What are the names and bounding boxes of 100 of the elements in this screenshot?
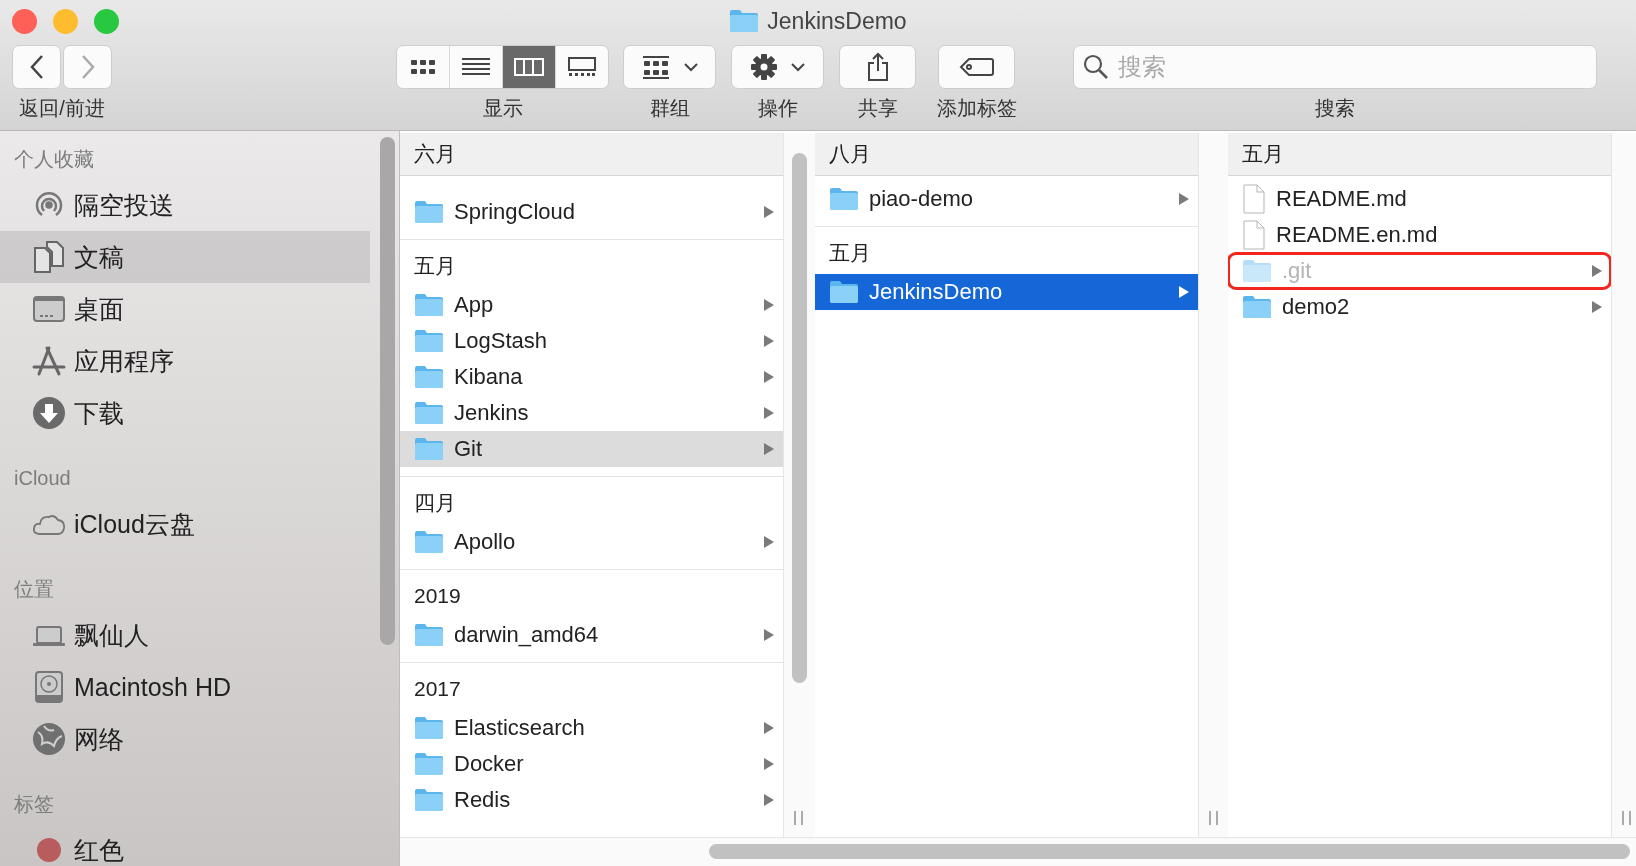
document-icon — [1242, 220, 1266, 250]
tag-icon — [958, 57, 995, 77]
folder-icon — [729, 9, 760, 33]
folder-icon — [414, 365, 444, 389]
disclosure-arrow-icon[interactable] — [763, 334, 775, 348]
file-row[interactable]: demo2 — [1228, 289, 1611, 325]
folder-icon — [1242, 259, 1272, 283]
folder-icon — [414, 788, 444, 812]
toolbar-label: 共享 — [857, 96, 898, 121]
column-resize-handle[interactable] — [1209, 811, 1218, 825]
sidebar-section-title: 个人收藏 — [14, 148, 94, 170]
tag-button[interactable] — [938, 45, 1015, 89]
documents-icon — [32, 240, 66, 274]
group-button[interactable] — [623, 45, 716, 89]
sidebar-item[interactable]: iCloud云盘 — [0, 498, 370, 550]
folder-icon — [414, 437, 444, 461]
gear-icon — [749, 53, 778, 81]
sidebar-section-title: iCloud — [14, 467, 71, 489]
chevron-down-icon — [789, 62, 806, 72]
search-icon — [1083, 54, 1109, 80]
file-row[interactable]: App — [400, 287, 783, 323]
column-resize-handle[interactable] — [794, 811, 803, 825]
folder-icon — [829, 280, 859, 304]
folder-icon — [1242, 295, 1272, 319]
toolbar-label: 返回/前进 — [19, 96, 105, 121]
sidebar-item[interactable]: 桌面 — [0, 283, 370, 335]
disclosure-arrow-icon[interactable] — [763, 535, 775, 549]
back-button[interactable] — [12, 45, 61, 89]
folder-icon — [414, 329, 444, 353]
folder-icon — [414, 293, 444, 317]
toolbar-label: 操作 — [757, 96, 798, 121]
folder-icon — [414, 716, 444, 740]
scrollbar-thumb[interactable] — [792, 153, 807, 683]
file-row[interactable]: README.en.md — [1228, 217, 1611, 253]
disclosure-arrow-icon[interactable] — [763, 721, 775, 735]
view-mode-control[interactable] — [396, 45, 609, 89]
sidebar-item[interactable]: 飘仙人 — [0, 609, 370, 661]
sidebar-item[interactable]: 文稿 — [0, 231, 370, 283]
file-row[interactable]: SpringCloud — [400, 194, 783, 230]
file-row[interactable]: Kibana — [400, 359, 783, 395]
file-row[interactable]: Jenkins — [400, 395, 783, 431]
file-row[interactable]: Elasticsearch — [400, 710, 783, 746]
group-title: 五月 — [414, 254, 456, 277]
disclosure-arrow-icon[interactable] — [1591, 300, 1603, 314]
disclosure-arrow-icon[interactable] — [763, 370, 775, 384]
sidebar-item[interactable]: 应用程序 — [0, 335, 370, 387]
file-row[interactable]: LogStash — [400, 323, 783, 359]
share-icon — [865, 52, 890, 82]
toolbar-label: 显示 — [482, 96, 523, 121]
group-title: 2019 — [414, 584, 461, 607]
disclosure-arrow-icon[interactable] — [763, 205, 775, 219]
sidebar-item[interactable]: 隔空投送 — [0, 179, 370, 231]
close-button[interactable] — [12, 8, 37, 34]
disclosure-arrow-icon[interactable] — [763, 793, 775, 807]
disclosure-arrow-icon[interactable] — [1178, 192, 1190, 206]
disclosure-arrow-icon[interactable] — [763, 298, 775, 312]
disclosure-arrow-icon[interactable] — [763, 406, 775, 420]
sidebar-item[interactable]: 红色 — [0, 824, 370, 866]
action-button[interactable] — [731, 45, 824, 89]
disclosure-arrow-icon[interactable] — [1591, 264, 1603, 278]
sidebar-item[interactable]: Macintosh HD — [0, 661, 370, 713]
group-title: 四月 — [414, 491, 456, 514]
group-title: 五月 — [829, 241, 871, 264]
sidebar-item[interactable]: 网络 — [0, 713, 370, 765]
column-header: 五月 — [1242, 142, 1284, 165]
view-mode-button[interactable] — [503, 46, 556, 88]
hard-drive-icon — [32, 670, 66, 704]
applications-icon — [32, 344, 66, 378]
download-icon — [32, 396, 66, 430]
column-header: 八月 — [829, 142, 871, 165]
toolbar-label: 添加标签 — [936, 96, 1017, 121]
window-title: JenkinsDemo — [767, 7, 907, 35]
columns-view-icon — [513, 55, 545, 79]
file-row[interactable]: Redis — [400, 782, 783, 818]
group-grid-icon — [640, 55, 671, 79]
file-row[interactable]: Apollo — [400, 524, 783, 560]
toolbar-label: 搜索 — [1315, 96, 1355, 121]
disclosure-arrow-icon[interactable] — [763, 757, 775, 771]
scrollbar-thumb[interactable] — [380, 137, 395, 645]
disclosure-arrow-icon[interactable] — [763, 628, 775, 642]
share-button[interactable] — [839, 45, 916, 89]
folder-icon — [414, 401, 444, 425]
folder-icon — [414, 623, 444, 647]
sidebar-section-title: 位置 — [14, 578, 54, 600]
file-row[interactable]: piao-demo — [815, 181, 1198, 217]
gallery-view-icon — [566, 55, 598, 79]
globe-icon — [32, 722, 66, 756]
column-resize-handle[interactable] — [1622, 811, 1631, 825]
chevron-down-icon — [682, 62, 699, 72]
sidebar-item[interactable]: 下载 — [0, 387, 370, 439]
file-row[interactable]: Docker — [400, 746, 783, 782]
scrollbar-thumb[interactable] — [709, 844, 1630, 859]
file-row[interactable]: JenkinsDemo — [815, 274, 1198, 310]
file-row[interactable]: darwin_amd64 — [400, 617, 783, 653]
toolbar-label: 群组 — [649, 96, 690, 121]
search-field[interactable]: 搜索 — [1073, 45, 1597, 89]
sidebar-section-title: 标签 — [14, 793, 54, 815]
file-row[interactable]: README.md — [1228, 181, 1611, 217]
disclosure-arrow-icon[interactable] — [1178, 285, 1190, 299]
folder-icon — [414, 752, 444, 776]
